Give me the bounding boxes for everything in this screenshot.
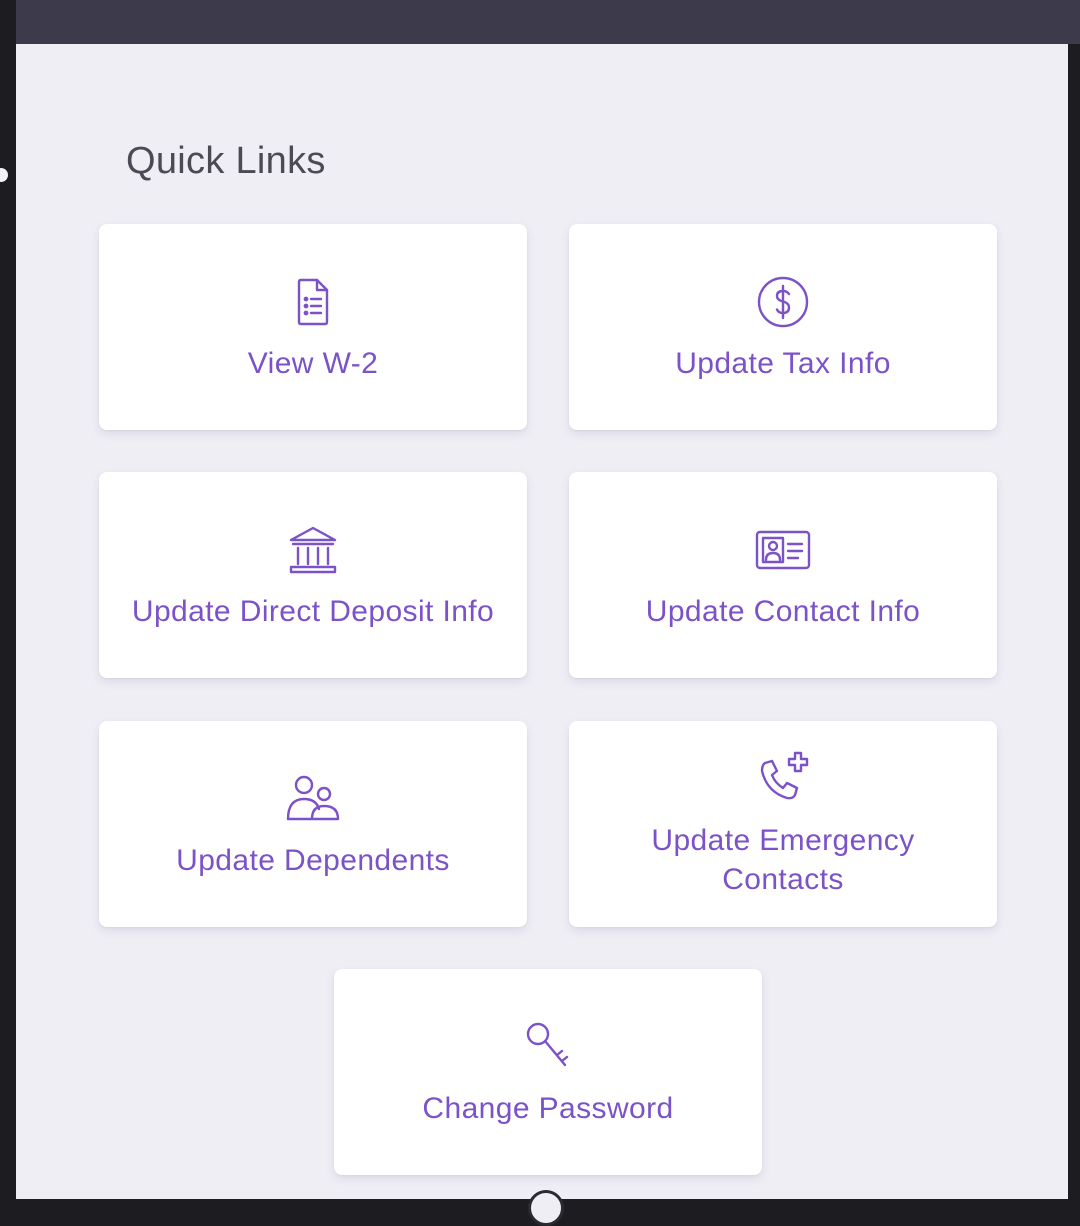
change-password-card[interactable]: Change Password	[334, 969, 762, 1175]
contact-card-icon	[753, 520, 813, 580]
dollar-circle-icon	[753, 272, 813, 332]
update-direct-deposit-card[interactable]: Update Direct Deposit Info	[99, 472, 527, 678]
update-tax-info-label: Update Tax Info	[675, 346, 891, 380]
bank-icon	[283, 520, 343, 580]
edge-handle	[0, 168, 8, 182]
key-icon	[518, 1017, 578, 1077]
left-edge	[0, 0, 16, 1199]
update-tax-info-card[interactable]: Update Tax Info	[569, 224, 997, 430]
update-direct-deposit-label: Update Direct Deposit Info	[131, 594, 495, 628]
top-bar	[0, 0, 1080, 44]
view-w2-label: View W-2	[247, 346, 379, 380]
scroll-indicator	[528, 1190, 564, 1226]
section-title: Quick Links	[126, 140, 326, 182]
view-w2-card[interactable]: View W-2	[99, 224, 527, 430]
update-dependents-card[interactable]: Update Dependents	[99, 721, 527, 927]
update-emergency-contacts-label: Update Emergency Contacts	[651, 824, 915, 896]
phone-plus-icon	[753, 749, 813, 809]
update-contact-info-card[interactable]: Update Contact Info	[569, 472, 997, 678]
update-dependents-label: Update Dependents	[176, 843, 450, 877]
document-list-icon	[283, 272, 343, 332]
right-edge	[1068, 44, 1080, 1199]
update-contact-info-label: Update Contact Info	[645, 594, 921, 628]
people-icon	[283, 769, 343, 829]
quick-links-panel: Quick Links View W-2 Update Tax Info Upd…	[16, 44, 1068, 1199]
update-emergency-contacts-card[interactable]: Update Emergency Contacts	[569, 721, 997, 927]
change-password-label: Change Password	[422, 1091, 674, 1125]
